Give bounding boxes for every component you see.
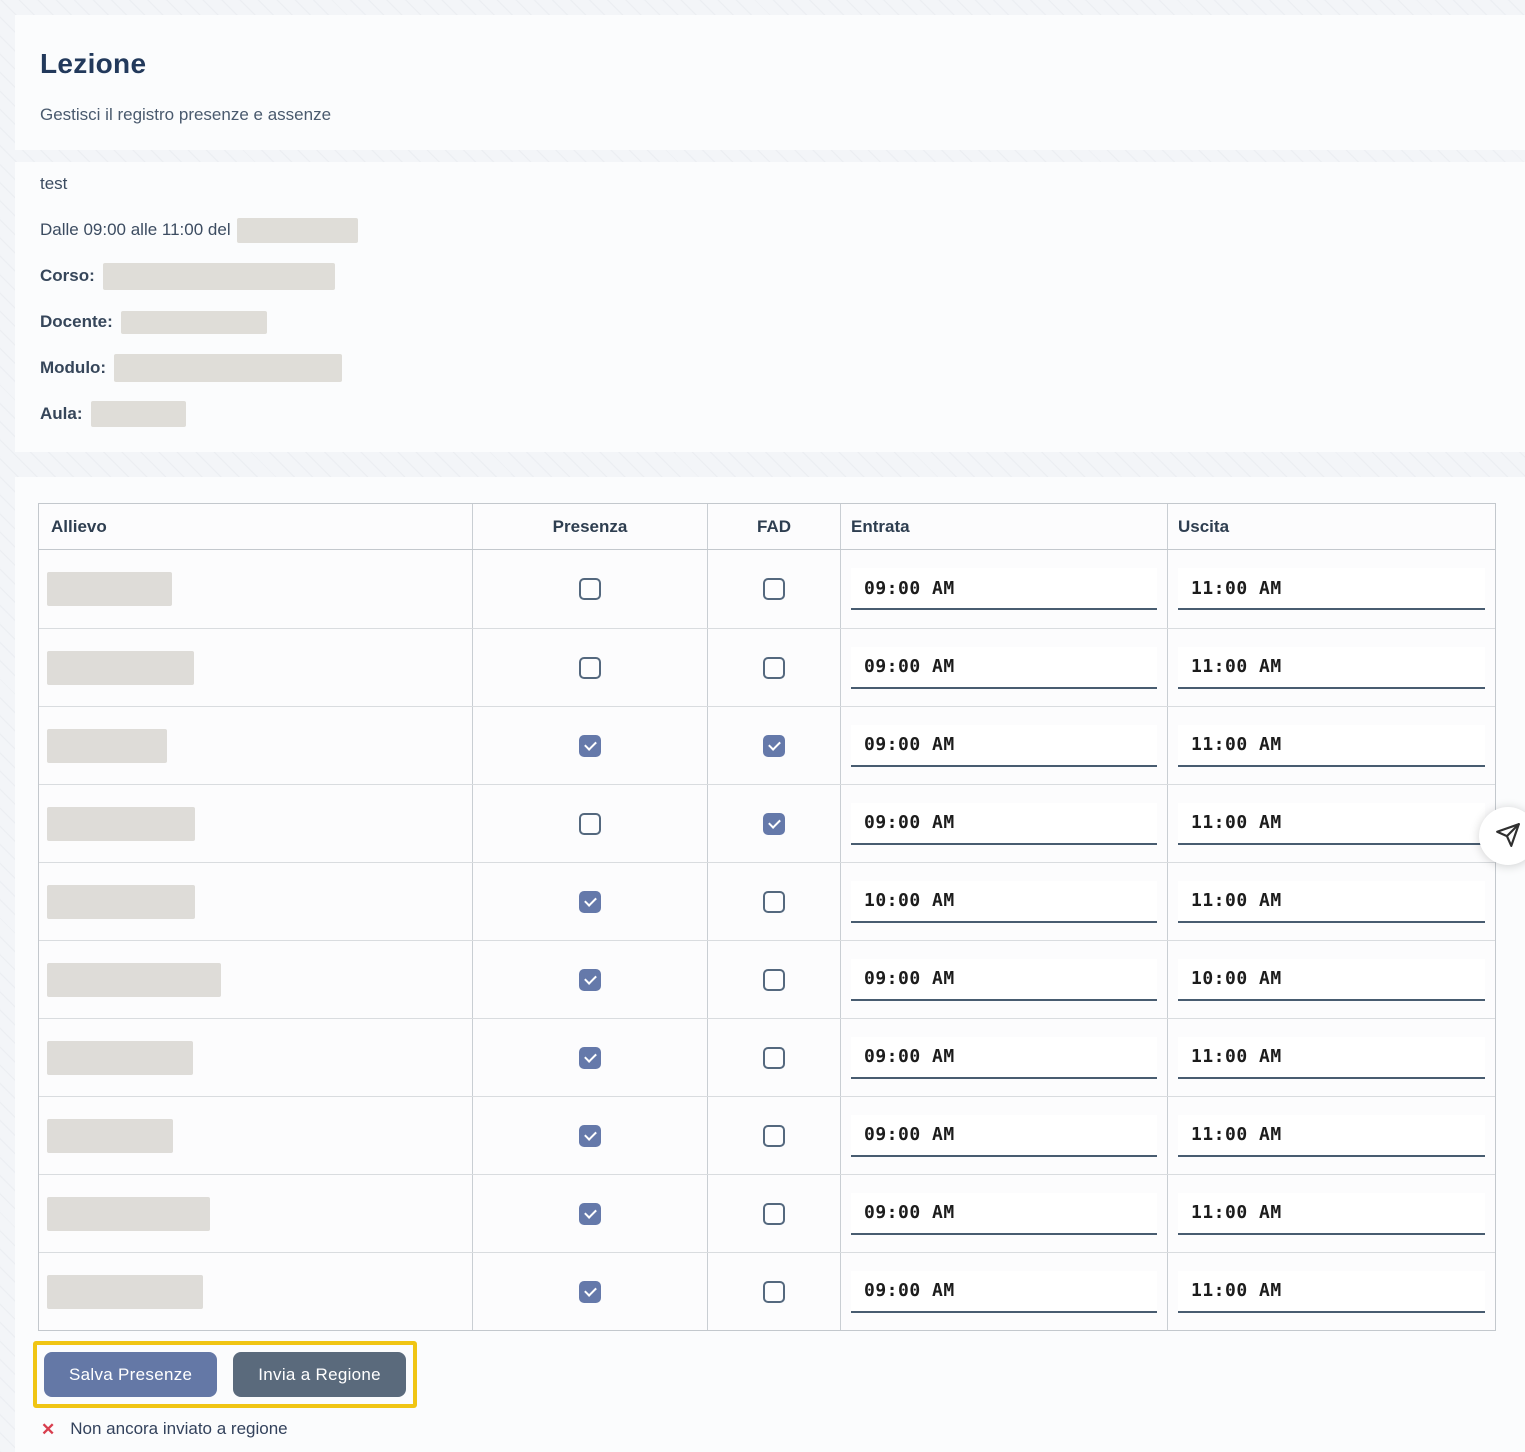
presenza-checkbox[interactable] — [579, 890, 601, 913]
redacted-modulo-value — [114, 354, 343, 382]
redacted-student-name — [47, 728, 167, 763]
lesson-name: test — [40, 174, 1525, 194]
header-uscita: Uscita — [1178, 516, 1230, 536]
fad-checkbox[interactable] — [763, 734, 785, 757]
lesson-schedule: Dalle 09:00 alle 11:00 del — [40, 217, 1525, 243]
table-row — [39, 1174, 1495, 1252]
presenza-checkbox[interactable] — [579, 1202, 601, 1225]
presenza-checkbox[interactable] — [579, 812, 601, 835]
redacted-aula-value — [90, 401, 186, 427]
table-row — [39, 784, 1495, 862]
redacted-date — [236, 217, 358, 243]
presenza-checkbox[interactable] — [579, 734, 601, 757]
presenza-checkbox[interactable] — [579, 1124, 601, 1147]
uscita-input[interactable] — [1178, 880, 1485, 923]
uscita-input[interactable] — [1178, 724, 1485, 767]
header-allievo: Allievo — [39, 504, 473, 549]
page-title: Lezione — [40, 48, 147, 79]
lesson-name-text: test — [40, 174, 68, 193]
entrata-input[interactable] — [851, 646, 1157, 689]
lesson-field-corso: Corso: — [40, 262, 1525, 290]
aula-label: Aula: — [40, 404, 83, 423]
page-subtitle: Gestisci il registro presenze e assenze — [40, 105, 332, 124]
fad-checkbox[interactable] — [763, 656, 785, 679]
fad-checkbox[interactable] — [763, 1124, 785, 1147]
uscita-input[interactable] — [1178, 568, 1485, 610]
presenza-checkbox[interactable] — [579, 578, 601, 600]
redacted-student-name — [47, 806, 195, 841]
redacted-student-name — [47, 962, 221, 997]
entrata-input[interactable] — [851, 880, 1157, 923]
fad-checkbox[interactable] — [763, 968, 785, 991]
lesson-schedule-text: Dalle 09:00 alle 11:00 del — [40, 220, 231, 239]
fad-checkbox[interactable] — [763, 1280, 785, 1303]
table-row — [39, 1018, 1495, 1096]
header-presenza: Presenza — [473, 504, 708, 549]
entrata-input[interactable] — [851, 802, 1157, 845]
table-row — [39, 706, 1495, 784]
corso-label: Corso: — [40, 266, 95, 285]
x-mark-icon: ✕ — [41, 1419, 56, 1439]
uscita-input[interactable] — [1178, 802, 1485, 845]
attendance-table: Allievo Presenza FAD Entrata Uscita — [38, 503, 1496, 1331]
entrata-input[interactable] — [851, 568, 1157, 610]
header-entrata: Entrata — [841, 504, 1168, 549]
entrata-input[interactable] — [851, 1192, 1157, 1235]
redacted-student-name — [47, 650, 194, 685]
lesson-field-docente: Docente: — [40, 310, 1525, 334]
redacted-student-name — [47, 1118, 173, 1153]
modulo-label: Modulo: — [40, 358, 107, 377]
presenza-checkbox[interactable] — [579, 968, 601, 991]
page-header: Lezione Gestisci il registro presenze e … — [15, 15, 1525, 150]
table-row — [39, 940, 1495, 1018]
redacted-docente-value — [120, 310, 267, 334]
uscita-input[interactable] — [1178, 1036, 1485, 1079]
uscita-input[interactable] — [1178, 1192, 1485, 1235]
entrata-input[interactable] — [851, 958, 1157, 1001]
fad-checkbox[interactable] — [763, 1202, 785, 1225]
salva-presenze-button[interactable]: Salva Presenze — [44, 1352, 218, 1397]
invia-a-regione-button[interactable]: Invia a Regione — [233, 1352, 406, 1397]
table-row — [39, 550, 1495, 628]
lesson-info-panel: test Dalle 09:00 alle 11:00 del Corso: D… — [15, 162, 1525, 452]
uscita-input[interactable] — [1178, 958, 1485, 1001]
presenza-checkbox[interactable] — [579, 656, 601, 679]
fad-checkbox[interactable] — [763, 812, 785, 835]
redacted-student-name — [47, 884, 195, 919]
table-header-row: Allievo Presenza FAD Entrata Uscita — [39, 504, 1495, 550]
attendance-panel: Allievo Presenza FAD Entrata Uscita — [15, 477, 1525, 1452]
highlighted-actions-box: Salva Presenze Invia a Regione — [33, 1341, 417, 1408]
presenza-checkbox[interactable] — [579, 1046, 601, 1069]
redacted-student-name — [47, 1040, 193, 1075]
region-status: ✕ Non ancora inviato a regione — [41, 1419, 288, 1439]
docente-label: Docente: — [40, 312, 113, 331]
table-row — [39, 862, 1495, 940]
redacted-corso-value — [102, 262, 335, 290]
entrata-input[interactable] — [851, 724, 1157, 767]
region-status-text: Non ancora inviato a regione — [70, 1419, 288, 1438]
lesson-field-modulo: Modulo: — [40, 354, 1525, 382]
table-row — [39, 1096, 1495, 1174]
presenza-checkbox[interactable] — [579, 1280, 601, 1303]
entrata-input[interactable] — [851, 1270, 1157, 1313]
redacted-student-name — [47, 1274, 203, 1309]
redacted-student-name — [47, 1196, 210, 1231]
lesson-field-aula: Aula: — [40, 401, 1525, 427]
uscita-input[interactable] — [1178, 1114, 1485, 1157]
uscita-input[interactable] — [1178, 1270, 1485, 1313]
table-row — [39, 628, 1495, 706]
table-row — [39, 1252, 1495, 1330]
redacted-student-name — [47, 572, 172, 606]
entrata-input[interactable] — [851, 1036, 1157, 1079]
fad-checkbox[interactable] — [763, 890, 785, 913]
send-icon — [1495, 822, 1521, 851]
fad-checkbox[interactable] — [763, 1046, 785, 1069]
uscita-input[interactable] — [1178, 646, 1485, 689]
fad-checkbox[interactable] — [763, 578, 785, 600]
entrata-input[interactable] — [851, 1114, 1157, 1157]
header-fad: FAD — [708, 504, 841, 549]
